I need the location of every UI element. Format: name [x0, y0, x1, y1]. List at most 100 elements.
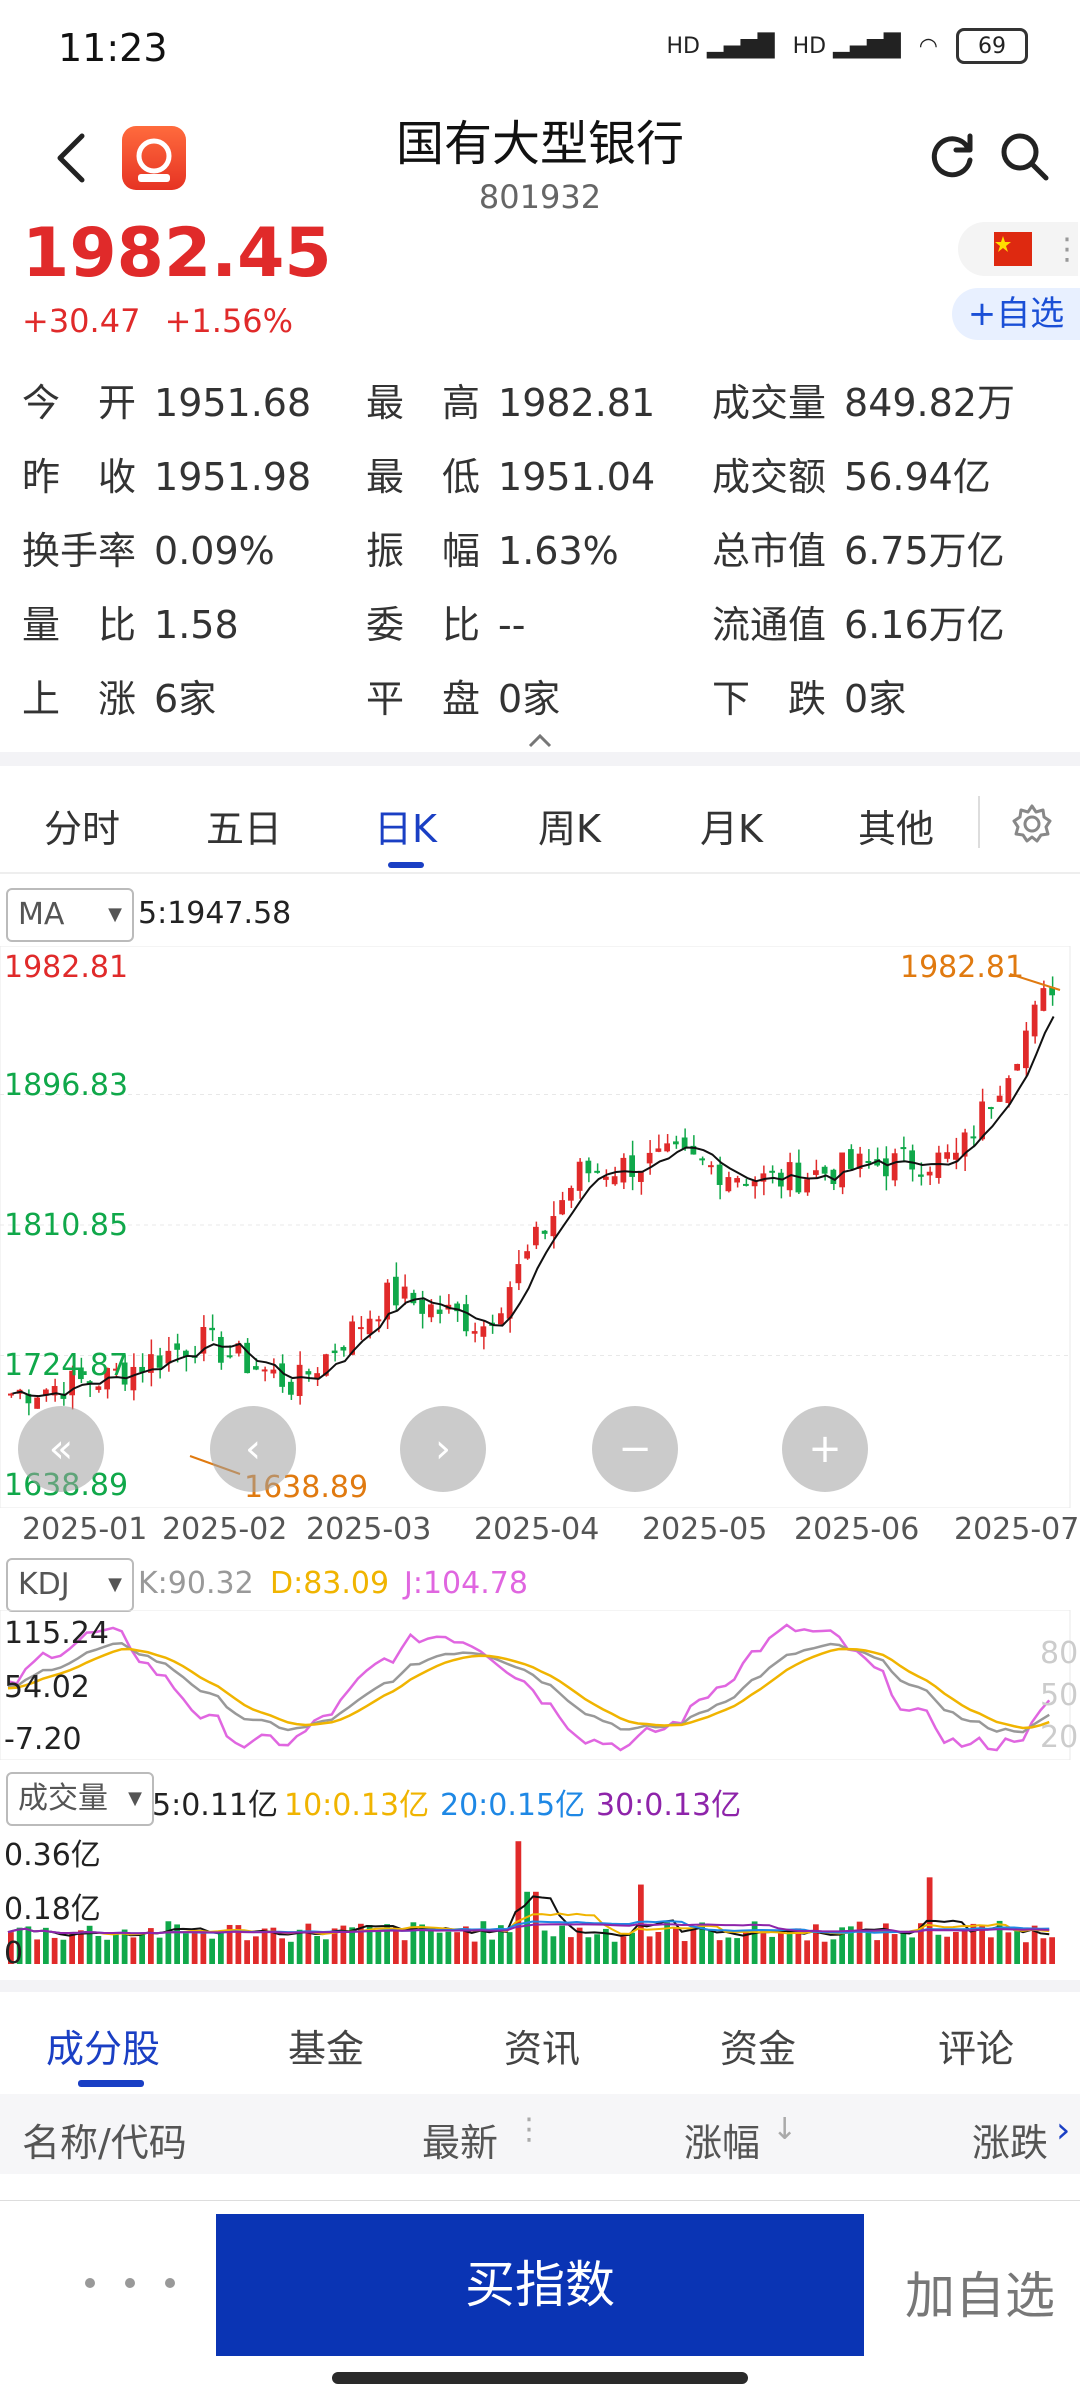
candle [253, 1366, 259, 1370]
ma-selector[interactable]: MA ▼ [6, 888, 134, 942]
vol-y-top: 0.36亿 [4, 1838, 101, 1873]
volume-bar [1014, 1928, 1020, 1964]
tab-weekly-k[interactable]: 周K [538, 798, 601, 853]
candle [340, 1346, 347, 1351]
candle [279, 1363, 285, 1387]
stat-item: 平 盘 0家 [366, 668, 560, 723]
volume-selector[interactable]: 成交量 ▼ [6, 1772, 154, 1826]
scroll-right-button[interactable]: › [400, 1406, 486, 1492]
volume-bar [200, 1933, 207, 1964]
tab-daily-k[interactable]: 日K [374, 798, 437, 853]
kdj-j: J:104.78 [404, 1566, 528, 1601]
volume-bar [261, 1928, 268, 1964]
high-marker: 1982.81 [900, 950, 1025, 985]
volume-selector-label: 成交量 [18, 1781, 108, 1816]
volume-bar [130, 1937, 137, 1964]
gear-icon[interactable] [1010, 802, 1054, 846]
refresh-icon[interactable] [924, 128, 980, 184]
volume-bar [891, 1934, 898, 1964]
candle [305, 1371, 312, 1375]
volume-bar [191, 1929, 198, 1964]
volume-bar [944, 1936, 950, 1964]
th-latest[interactable]: 最新 [422, 2112, 498, 2167]
tab-funds[interactable]: 基金 [288, 2018, 364, 2073]
x-label-2: 2025-03 [306, 1512, 432, 1547]
volume-bar [550, 1936, 557, 1964]
search-icon[interactable] [996, 128, 1052, 184]
th-change-pct[interactable]: 涨幅 [684, 2112, 760, 2167]
chevron-up-icon[interactable] [524, 730, 556, 750]
stat-label: 平 盘 [366, 677, 481, 721]
status-time: 11:23 [58, 26, 168, 70]
volume-bar [183, 1933, 189, 1964]
tab-constituents[interactable]: 成分股 [46, 2018, 160, 2073]
volume-bar [716, 1940, 723, 1964]
candle [541, 1230, 548, 1234]
volume-bar [629, 1932, 635, 1964]
vol-ma20: 20:0.15亿 [440, 1788, 586, 1823]
add-favorite-bottom-button[interactable]: 加自选 [880, 2256, 1080, 2328]
volume-bar [585, 1937, 592, 1964]
candle [95, 1386, 102, 1390]
volume-bar [874, 1940, 880, 1964]
zoom-out-button[interactable]: − [592, 1406, 678, 1492]
volume-bar [296, 1929, 303, 1964]
stat-value: 0.09% [154, 529, 275, 573]
vol-y-bottom: 0 [4, 1936, 24, 1971]
stat-label: 成交额 [712, 455, 827, 499]
more-icon[interactable] [70, 2268, 190, 2298]
candle [270, 1369, 277, 1374]
th-change[interactable]: 涨跌 [972, 2112, 1048, 2167]
th-name[interactable]: 名称/代码 [22, 2112, 187, 2167]
volume-bar [78, 1930, 84, 1964]
stat-value: 1951.68 [154, 381, 312, 425]
tab-minute[interactable]: 分时 [44, 798, 120, 853]
stat-label: 振 幅 [366, 529, 481, 573]
more-dots-icon[interactable]: ⋮ [1052, 232, 1080, 267]
jump-start-button[interactable]: « [18, 1406, 104, 1492]
kdj-y-bottom: -7.20 [4, 1722, 82, 1757]
candle [506, 1287, 513, 1319]
dropdown-arrow-icon: ▼ [108, 904, 122, 925]
volume-bar [1040, 1938, 1047, 1964]
add-favorite-button[interactable]: +自选 [952, 288, 1080, 340]
tab-five-day[interactable]: 五日 [206, 798, 282, 853]
candle [655, 1148, 662, 1152]
zoom-in-button[interactable]: + [782, 1406, 868, 1492]
candle [664, 1143, 670, 1152]
kdj-right-20: 20 [1040, 1720, 1079, 1755]
volume-chart[interactable] [0, 1824, 1080, 1974]
tab-other[interactable]: 其他 [858, 798, 934, 853]
volume-bar [541, 1930, 548, 1964]
x-label-6: 2025-07 [954, 1512, 1080, 1547]
stat-value: 6家 [154, 677, 217, 721]
volume-bar [288, 1941, 294, 1964]
buy-index-button[interactable]: 买指数 [216, 2214, 864, 2356]
kdj-selector[interactable]: KDJ ▼ [6, 1558, 134, 1612]
tabs-divider [0, 872, 1080, 874]
volume-bar [708, 1931, 714, 1964]
tab-capital[interactable]: 资金 [720, 2018, 796, 2073]
volume-bar [1005, 1932, 1012, 1964]
stat-item: 上 涨 6家 [22, 668, 216, 723]
volume-bar [734, 1938, 740, 1964]
candle [734, 1178, 740, 1183]
signal-icon-2: HD ▂▄▆█ [792, 33, 901, 59]
candle [515, 1264, 522, 1284]
volume-bar [533, 1891, 539, 1964]
tab-monthly-k[interactable]: 月K [700, 798, 763, 853]
kline-chart[interactable] [0, 946, 1080, 1508]
scroll-left-button[interactable]: ‹ [210, 1406, 296, 1492]
volume-bar [156, 1937, 163, 1964]
candle [926, 1171, 933, 1176]
volume-bar [305, 1923, 312, 1964]
chevron-right-icon[interactable]: › [1056, 2110, 1070, 2151]
tab-comments[interactable]: 评论 [938, 2018, 1014, 2073]
x-label-4: 2025-05 [642, 1512, 768, 1547]
kdj-chart[interactable] [0, 1610, 1080, 1760]
volume-bar [821, 1941, 828, 1964]
vol-ma30: 30:0.13亿 [596, 1788, 742, 1823]
candle [996, 1095, 1003, 1102]
volume-bar [428, 1928, 434, 1964]
tab-news[interactable]: 资讯 [504, 2018, 580, 2073]
